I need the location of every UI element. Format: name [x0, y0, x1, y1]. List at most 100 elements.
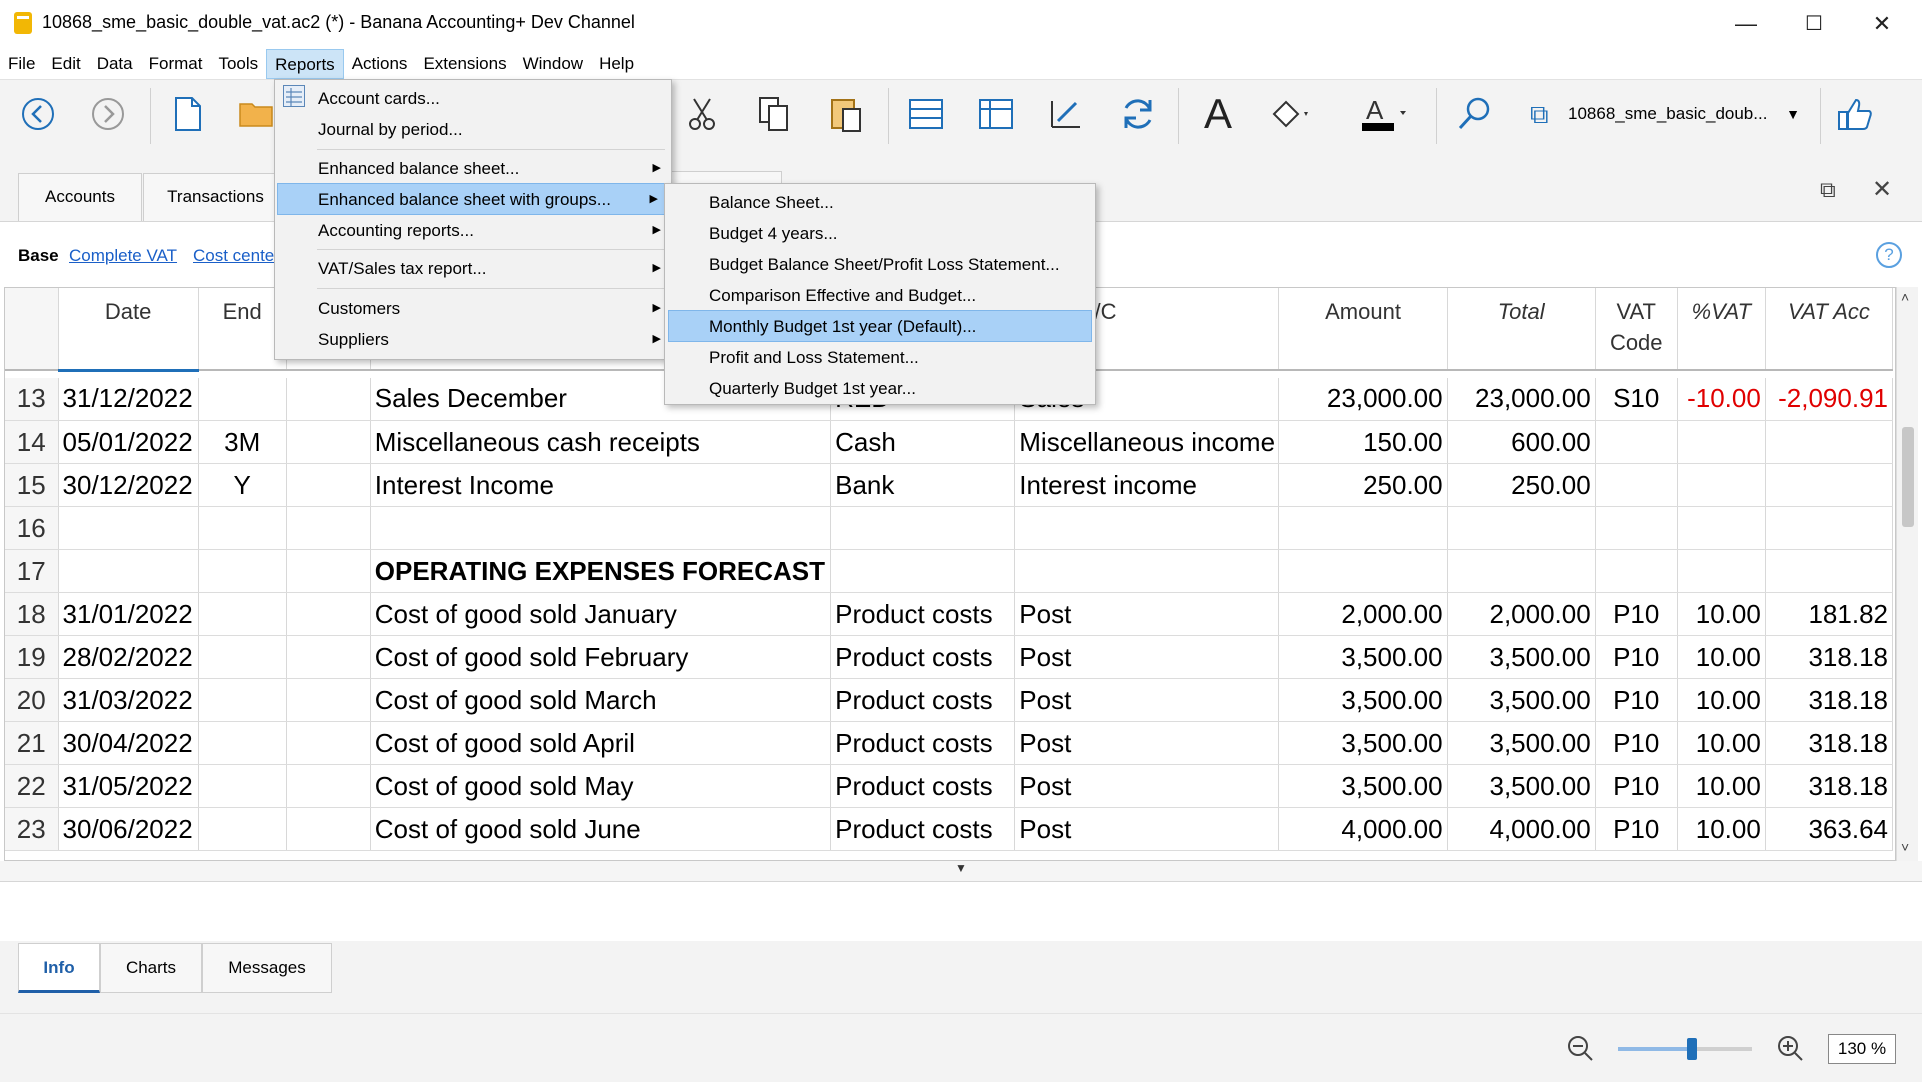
vat-amount-cell[interactable] [1765, 420, 1894, 464]
menu-item-account-cards[interactable]: Account cards... [275, 83, 671, 114]
minimize-button[interactable]: — [1716, 8, 1776, 40]
back-icon[interactable] [14, 90, 62, 138]
menu-item-enhanced-balance-sheet[interactable]: Enhanced balance sheet... ▶ [275, 153, 671, 184]
debit-account-cell[interactable]: Bank [830, 463, 1016, 507]
scroll-down-icon[interactable]: ˅ [1901, 839, 1909, 855]
amount-cell[interactable]: 3,500.00 [1278, 721, 1448, 765]
end-cell[interactable] [198, 506, 287, 550]
date-cell[interactable]: 05/01/2022 [58, 420, 199, 464]
end-cell[interactable] [198, 549, 287, 593]
vat-code-cell[interactable]: P10 [1595, 764, 1678, 808]
vat-amount-cell[interactable]: 181.82 [1765, 592, 1894, 636]
submenu-item-profit-loss-statement[interactable]: Profit and Loss Statement... [665, 342, 1095, 373]
tab-info[interactable]: Info [18, 943, 100, 993]
tab-charts[interactable]: Charts [100, 943, 202, 993]
credit-account-cell[interactable]: Post [1014, 678, 1280, 722]
scrollbar-thumb[interactable] [1902, 427, 1914, 527]
description-cell[interactable]: Cost of good sold March [370, 678, 832, 722]
description-cell[interactable]: Interest Income [370, 463, 832, 507]
vat-percent-cell[interactable]: 10.00 [1677, 592, 1766, 636]
description-cell[interactable]: Cost of good sold June [370, 807, 832, 851]
vat-code-cell[interactable]: P10 [1595, 635, 1678, 679]
date-cell[interactable] [58, 506, 199, 550]
submenu-item-budget-balance-profit-loss[interactable]: Budget Balance Sheet/Profit Loss Stateme… [665, 249, 1095, 280]
credit-account-cell[interactable]: Miscellaneous income [1014, 420, 1280, 464]
credit-account-cell[interactable]: Post [1014, 635, 1280, 679]
vat-code-cell[interactable]: P10 [1595, 678, 1678, 722]
amount-cell[interactable] [1278, 549, 1448, 593]
date-cell[interactable]: 31/05/2022 [58, 764, 199, 808]
date-cell[interactable]: 31/01/2022 [58, 592, 199, 636]
date-cell[interactable] [58, 549, 199, 593]
view-cost-centers[interactable]: Cost cente [193, 246, 274, 266]
table-row[interactable]: 18 31/01/2022 Cost of good sold January Pro… [5, 592, 1894, 636]
table-row[interactable]: 23 30/06/2022 Cost of good sold June Produc… [5, 807, 1894, 851]
tab-messages[interactable]: Messages [202, 943, 332, 993]
vat-percent-cell[interactable]: 10.00 [1677, 807, 1766, 851]
amount-cell[interactable]: 3,500.00 [1278, 635, 1448, 679]
end-cell[interactable] [198, 377, 287, 421]
date-cell[interactable]: 30/12/2022 [58, 463, 199, 507]
debit-account-cell[interactable]: Product costs [830, 807, 1016, 851]
search-icon[interactable] [1450, 90, 1498, 138]
copy-icon[interactable] [750, 90, 798, 138]
zoom-out-icon[interactable] [1566, 1034, 1594, 1067]
debit-account-cell[interactable]: Cash [830, 420, 1016, 464]
menu-file[interactable]: File [0, 49, 43, 79]
scroll-up-icon[interactable]: ˄ [1901, 289, 1909, 305]
total-cell[interactable]: 3,500.00 [1447, 721, 1596, 765]
font-icon[interactable]: A [1194, 90, 1242, 138]
table-row[interactable]: 21 30/04/2022 Cost of good sold April Produ… [5, 721, 1894, 765]
submenu-item-budget-4-years[interactable]: Budget 4 years... [665, 218, 1095, 249]
menu-item-suppliers[interactable]: Suppliers ▶ [275, 324, 671, 355]
vat-amount-cell[interactable]: 318.18 [1765, 635, 1894, 679]
tab-transactions[interactable]: Transactions [143, 173, 287, 221]
zoom-level[interactable]: 130 % [1828, 1034, 1896, 1064]
debit-account-cell[interactable]: Product costs [830, 592, 1016, 636]
vat-percent-cell[interactable] [1677, 549, 1766, 593]
pane-splitter[interactable]: ▼ [0, 861, 1922, 881]
date-cell[interactable]: 31/12/2022 [58, 377, 199, 421]
vat-percent-cell[interactable] [1677, 420, 1766, 464]
amount-cell[interactable]: 4,000.00 [1278, 807, 1448, 851]
text-color-icon[interactable]: A [1360, 90, 1408, 138]
vat-percent-cell[interactable]: 10.00 [1677, 678, 1766, 722]
zoom-slider[interactable] [1618, 1038, 1752, 1060]
submenu-item-comparison-effective-budget[interactable]: Comparison Effective and Budget... [665, 280, 1095, 311]
menu-help[interactable]: Help [591, 49, 642, 79]
end-cell[interactable] [198, 721, 287, 765]
table-row[interactable]: 16 [5, 506, 1894, 550]
end-cell[interactable] [198, 678, 287, 722]
doc-cell[interactable] [286, 592, 371, 636]
description-cell[interactable]: Cost of good sold February [370, 635, 832, 679]
vat-code-cell[interactable]: P10 [1595, 721, 1678, 765]
column-header-end[interactable]: End [198, 288, 287, 371]
debit-account-cell[interactable]: Product costs [830, 678, 1016, 722]
total-cell[interactable]: 3,500.00 [1447, 764, 1596, 808]
doc-cell[interactable] [286, 635, 371, 679]
description-cell[interactable]: OPERATING EXPENSES FORECAST [370, 549, 832, 593]
debit-account-cell[interactable]: Product costs [830, 764, 1016, 808]
doc-cell[interactable] [286, 377, 371, 421]
vat-amount-cell[interactable] [1765, 506, 1894, 550]
total-cell[interactable]: 2,000.00 [1447, 592, 1596, 636]
end-cell[interactable] [198, 592, 287, 636]
total-cell[interactable] [1447, 549, 1596, 593]
cut-icon[interactable] [678, 90, 726, 138]
table-row[interactable]: 22 31/05/2022 Cost of good sold May Product… [5, 764, 1894, 808]
end-cell[interactable]: 3M [198, 420, 287, 464]
doc-cell[interactable] [286, 463, 371, 507]
amount-cell[interactable]: 150.00 [1278, 420, 1448, 464]
menu-edit[interactable]: Edit [43, 49, 88, 79]
zoom-in-icon[interactable] [1776, 1034, 1804, 1067]
debit-account-cell[interactable]: Product costs [830, 635, 1016, 679]
submenu-item-monthly-budget[interactable]: Monthly Budget 1st year (Default)... [668, 310, 1092, 342]
total-cell[interactable] [1447, 506, 1596, 550]
vat-amount-cell[interactable]: 318.18 [1765, 721, 1894, 765]
vat-percent-cell[interactable]: 10.00 [1677, 635, 1766, 679]
menu-item-enhanced-balance-sheet-groups[interactable]: Enhanced balance sheet with groups... ▶ [277, 183, 669, 215]
vat-code-cell[interactable] [1595, 420, 1678, 464]
total-cell[interactable]: 3,500.00 [1447, 635, 1596, 679]
menu-tools[interactable]: Tools [210, 49, 266, 79]
end-cell[interactable]: Y [198, 463, 287, 507]
